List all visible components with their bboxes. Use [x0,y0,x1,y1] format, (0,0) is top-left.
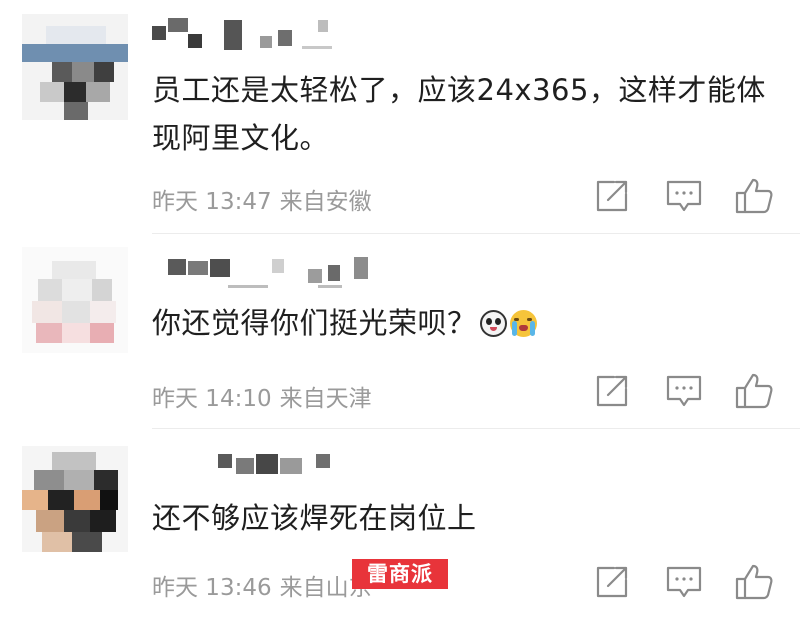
share-icon[interactable] [592,371,632,411]
comment-location: 来自安徽 [279,189,372,215]
username-blurred[interactable] [152,450,372,484]
comment-actions [588,371,778,411]
divider [152,233,800,234]
avatar[interactable] [22,14,128,120]
comment-actions [588,562,778,602]
comment-icon[interactable] [664,371,704,411]
comment-meta: 昨天 13:46 来自山东 [152,568,380,602]
comment-text-body: 你还觉得你们挺光荣呗？ [152,306,477,340]
avatar[interactable] [22,446,128,552]
comment-text: 你还觉得你们挺光荣呗？ [152,299,772,347]
like-icon[interactable] [734,371,774,411]
comment-location: 来自天津 [279,386,372,412]
username-blurred[interactable] [152,16,372,50]
watermark-logo: 雷商派 [352,559,448,589]
comment-icon[interactable] [664,176,704,216]
comment-item: 员工还是太轻松了，应该24x365，这样才能体现阿里文化。 昨天 13:47 来自… [0,0,800,215]
comment-text: 员工还是太轻松了，应该24x365，这样才能体现阿里文化。 [152,73,766,155]
share-icon[interactable] [592,176,632,216]
comment-actions [588,176,778,216]
crying-face-emoji [509,310,537,337]
comment-time: 昨天 13:46 [152,575,272,601]
comment-meta: 昨天 13:47 来自安徽 [152,182,380,216]
username-blurred[interactable] [152,255,372,289]
like-icon[interactable] [734,176,774,216]
like-icon[interactable] [734,562,774,602]
comment-time: 昨天 13:47 [152,189,272,215]
avatar[interactable] [22,247,128,353]
divider [152,428,800,429]
comment-item: 还不够应该焊死在岗位上 昨天 13:46 来自山东 [0,428,800,624]
comment-icon[interactable] [664,562,704,602]
comment-text: 还不够应该焊死在岗位上 [152,501,477,535]
comment-time: 昨天 14:10 [152,386,272,412]
panda-face-emoji [479,310,507,337]
share-icon[interactable] [592,562,632,602]
comment-meta: 昨天 14:10 来自天津 [152,379,380,413]
comment-item: 你还觉得你们挺光荣呗？ 昨天 14:10 来自天津 [0,233,800,429]
